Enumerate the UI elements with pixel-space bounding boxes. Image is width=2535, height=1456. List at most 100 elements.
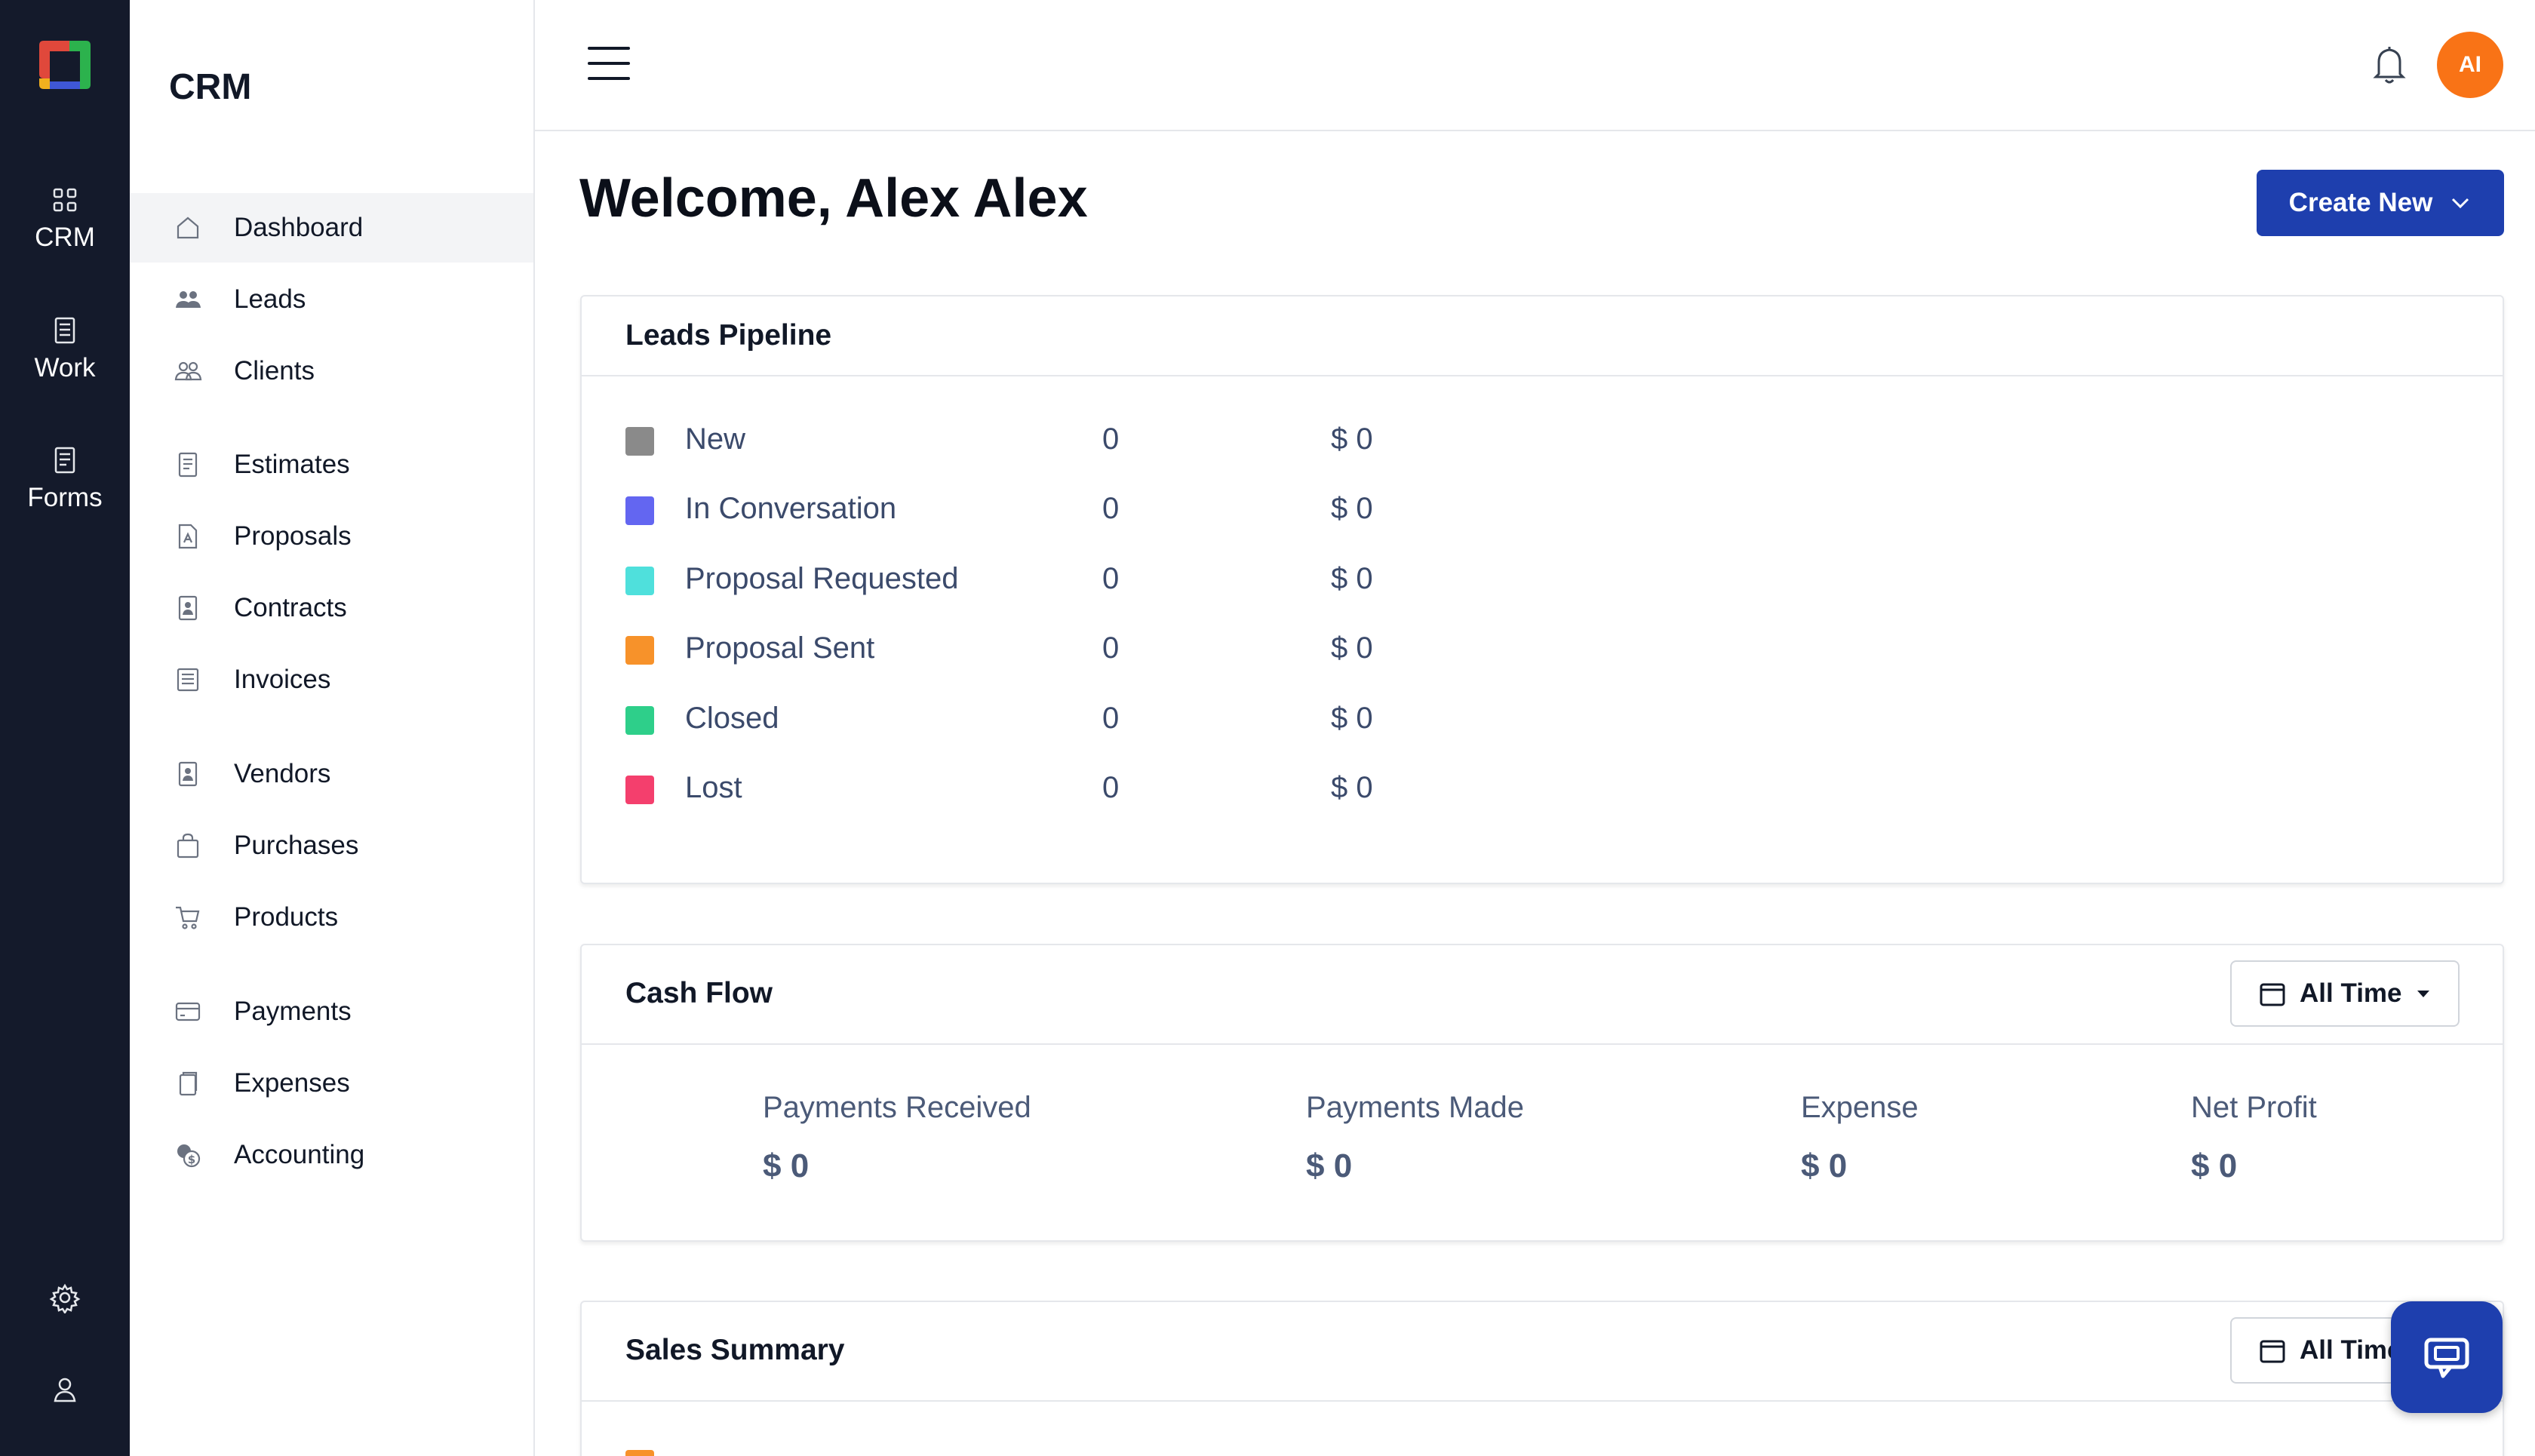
pipeline-row-lost[interactable]: Lost 0 $ 0 [625, 766, 1531, 812]
page-title: Welcome, Alex Alex [579, 168, 1088, 229]
top-bar: AI [535, 0, 2535, 131]
sidebar-item-leads[interactable]: Leads [130, 265, 533, 334]
sidebar-item-purchases[interactable]: Purchases [130, 811, 533, 880]
app-rail: CRM Work Forms [0, 0, 130, 1456]
vendors-icon [178, 761, 198, 787]
sidebar-item-payments[interactable]: Payments [130, 977, 533, 1046]
rail-item-work[interactable]: Work [0, 296, 130, 402]
sidebar-item-expenses[interactable]: Expenses [130, 1049, 533, 1118]
caret-down-icon [2417, 991, 2429, 997]
grid-icon [53, 188, 77, 212]
date-filter-label: All Time [2300, 1335, 2402, 1365]
sidebar-item-contracts[interactable]: Contracts [130, 573, 533, 643]
avatar[interactable]: AI [2437, 32, 2503, 98]
status-swatch [625, 567, 654, 595]
invoices-icon [177, 668, 199, 692]
chevron-down-icon [2452, 198, 2469, 209]
accounting-icon: $ [177, 1144, 201, 1168]
sidebar-item-estimates[interactable]: Estimates [130, 430, 533, 499]
sidebar-item-label: Contracts [234, 593, 347, 622]
pipeline-row-new[interactable]: New 0 $ 0 [625, 418, 1531, 463]
sidebar-item-clients[interactable]: Clients [130, 336, 533, 406]
sidebar-title: CRM [169, 67, 252, 107]
rail-item-crm[interactable]: CRM [0, 166, 130, 272]
status-swatch [625, 427, 654, 456]
bell-icon[interactable] [2368, 42, 2411, 88]
pipeline-row-proposal-sent[interactable]: Proposal Sent 0 $ 0 [625, 627, 1531, 672]
create-new-button[interactable]: Create New [2257, 170, 2504, 236]
metric-label: Payments Received [763, 1091, 1031, 1124]
sidebar-item-label: Purchases [234, 831, 359, 860]
sidebar-item-label: Expenses [234, 1068, 350, 1098]
forms-icon [54, 447, 75, 474]
pipeline-amount: $ 0 [1331, 702, 1373, 735]
metric-payments-made: Payments Made $ 0 [1306, 1091, 1524, 1185]
app-logo-icon[interactable] [33, 33, 97, 97]
pipeline-row-proposal-requested[interactable]: Proposal Requested 0 $ 0 [625, 558, 1531, 603]
work-icon [54, 317, 75, 344]
chat-icon [2424, 1338, 2469, 1378]
rail-item-label: Forms [27, 483, 103, 512]
profile-button[interactable] [0, 1352, 130, 1427]
pipeline-amount: $ 0 [1331, 492, 1373, 525]
date-filter-label: All Time [2300, 978, 2402, 1008]
pipeline-amount: $ 0 [1331, 771, 1373, 804]
metric-net-profit: Net Profit $ 0 [2191, 1091, 2317, 1185]
pipeline-label: Closed [685, 702, 779, 735]
metric-value: $ 0 [1306, 1147, 1353, 1184]
pipeline-count: 0 [1102, 771, 1120, 804]
sidebar-item-vendors[interactable]: Vendors [130, 739, 533, 809]
sidebar-item-invoices[interactable]: Invoices [130, 645, 533, 714]
sidebar-item-label: Payments [234, 997, 352, 1026]
card-header: Leads Pipeline [582, 296, 2503, 376]
pipeline-row-in-conversation[interactable]: In Conversation 0 $ 0 [625, 487, 1531, 533]
sidebar-item-proposals[interactable]: Proposals [130, 502, 533, 571]
rail-item-label: Work [34, 353, 96, 382]
calendar-icon [2260, 1340, 2285, 1363]
estimates-icon [178, 452, 198, 478]
pipeline-label: Lost [685, 771, 742, 804]
pipeline-label: In Conversation [685, 492, 897, 525]
sidebar-item-label: Vendors [234, 759, 331, 788]
pipeline-count: 0 [1102, 562, 1120, 595]
hamburger-menu-icon[interactable] [588, 44, 630, 83]
sidebar-item-products[interactable]: Products [130, 883, 533, 952]
gear-icon [49, 1283, 81, 1313]
metric-value: $ 0 [2191, 1147, 2238, 1184]
pipeline-amount: $ 0 [1331, 422, 1373, 456]
metrics-row: Payments Received $ 0 Payments Made $ 0 … [582, 1091, 2503, 1204]
metric-label: Payments Made [1306, 1091, 1525, 1124]
pipeline-row-closed[interactable]: Closed 0 $ 0 [625, 697, 1531, 742]
proposals-icon [178, 524, 198, 549]
pipeline-label: New [685, 422, 746, 456]
card-title: Sales Summary [625, 1334, 845, 1366]
pipeline-count: 0 [1102, 492, 1120, 525]
status-swatch [625, 636, 654, 665]
chat-launcher-button[interactable] [2391, 1301, 2503, 1413]
pipeline-count: 0 [1102, 422, 1120, 456]
date-filter-dropdown[interactable]: All Time [2230, 960, 2460, 1027]
clients-icon [174, 361, 202, 381]
metric-label: Expense [1801, 1091, 1919, 1124]
pipeline-label: Proposal Sent [685, 631, 875, 665]
card-icon [175, 1002, 201, 1021]
calendar-icon [2260, 983, 2285, 1006]
metric-value: $ 0 [763, 1147, 810, 1184]
sidebar-item-label: Leads [234, 284, 306, 314]
sales-summary-card: Sales Summary All Time [580, 1301, 2504, 1456]
status-swatch [625, 496, 654, 525]
svg-text:$: $ [188, 1153, 195, 1166]
card-title: Leads Pipeline [625, 319, 832, 352]
sidebar-item-label: Products [234, 902, 339, 932]
bag-icon [177, 833, 199, 859]
sidebar-item-label: Accounting [234, 1140, 365, 1169]
rail-item-label: CRM [35, 223, 95, 252]
rail-item-forms[interactable]: Forms [0, 426, 130, 532]
settings-button[interactable] [0, 1260, 130, 1335]
cart-icon [176, 906, 200, 929]
sidebar-item-dashboard[interactable]: Dashboard [130, 193, 533, 263]
crm-sidebar: CRM Dashboard Leads Clients Estimates Pr… [130, 0, 535, 1456]
sidebar-item-accounting[interactable]: $ Accounting [130, 1120, 533, 1190]
pipeline-label: Proposal Requested [685, 562, 959, 595]
card-title: Cash Flow [625, 977, 773, 1009]
